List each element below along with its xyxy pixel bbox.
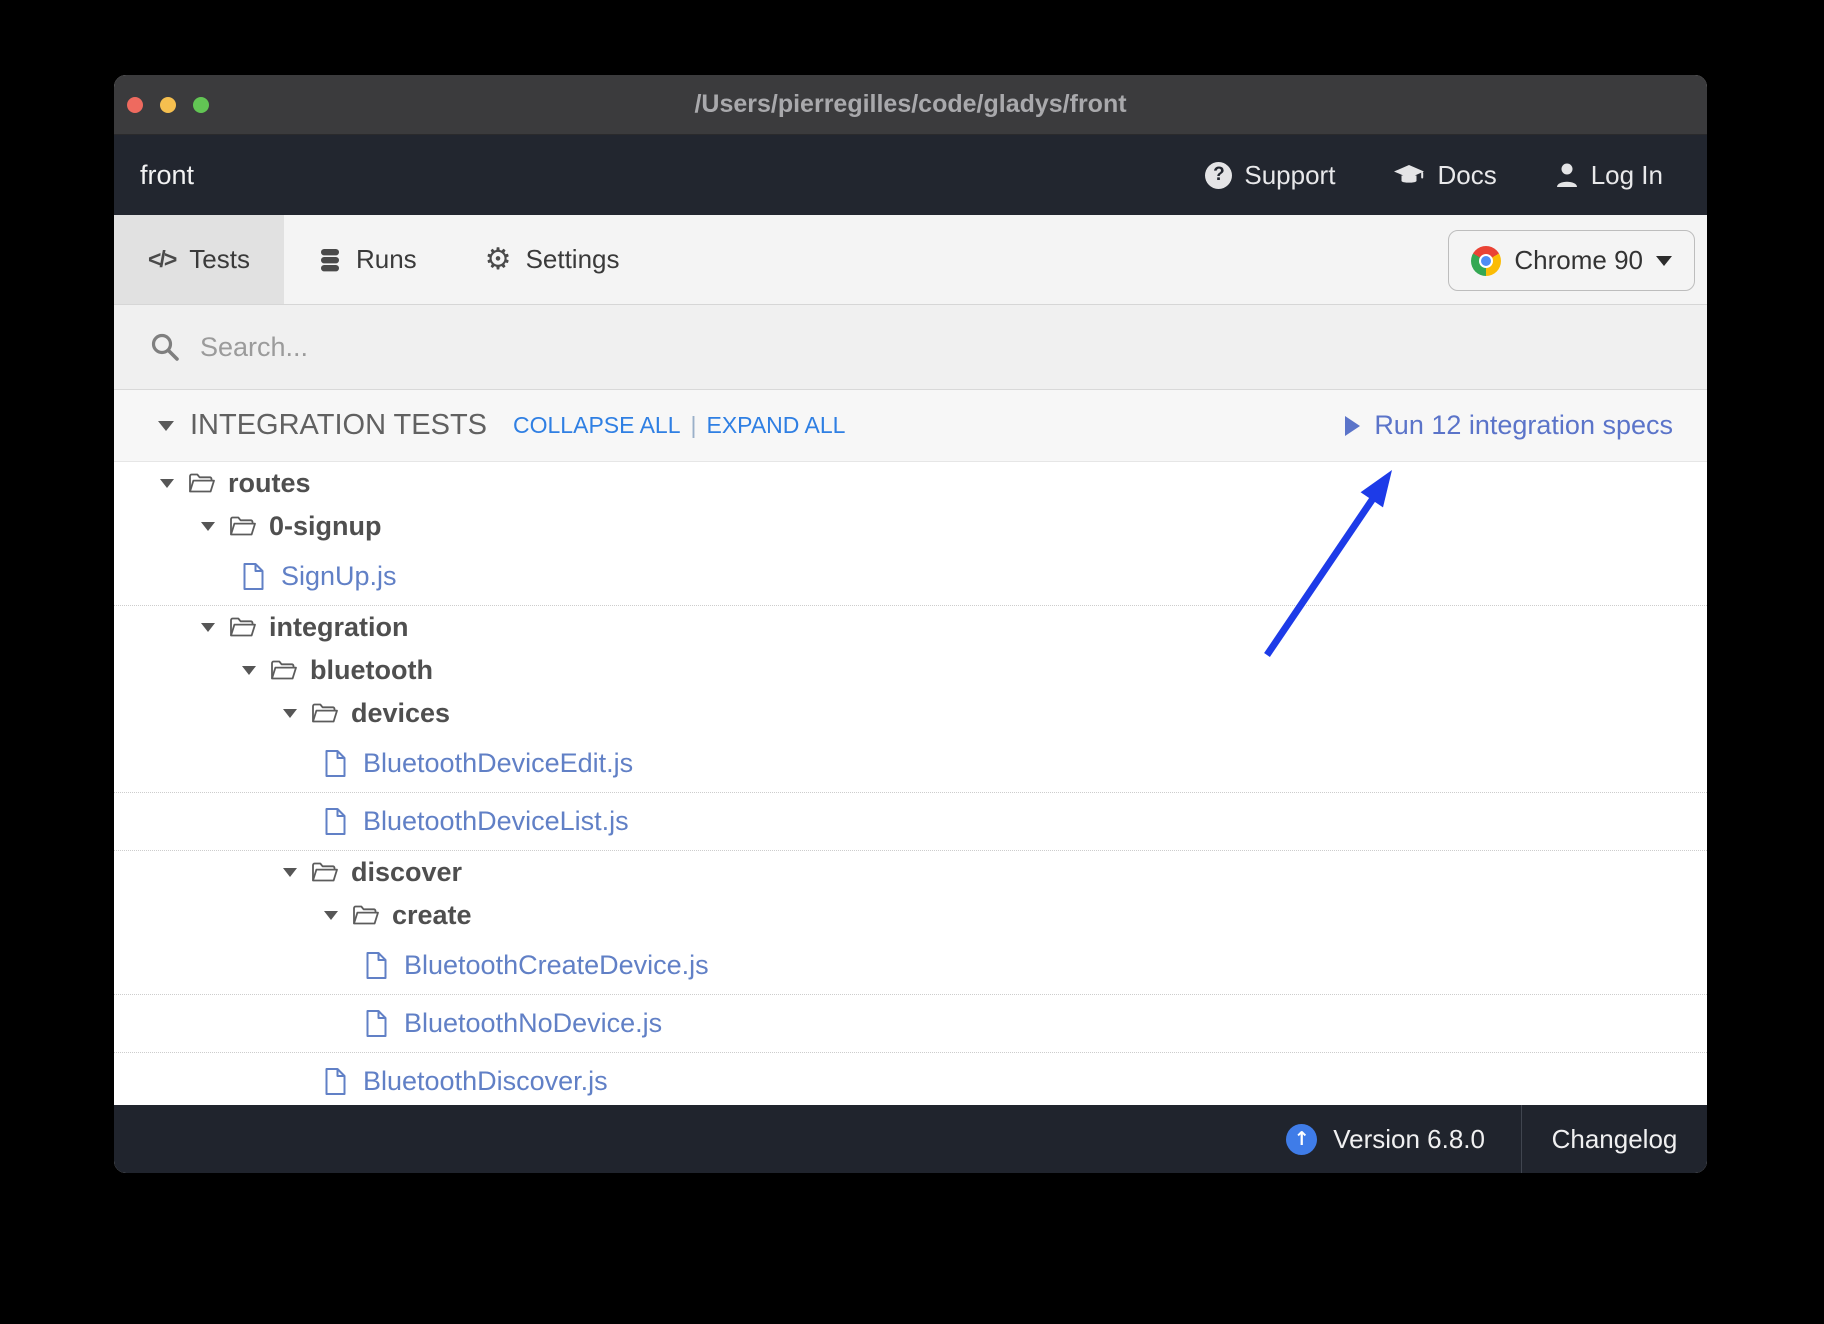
tab-runs-label: Runs: [356, 244, 417, 275]
user-icon: [1555, 162, 1579, 188]
tree-spec-BluetoothCreateDevice.js[interactable]: BluetoothCreateDevice.js: [114, 937, 1707, 995]
spec-section-title: INTEGRATION TESTS: [190, 409, 487, 442]
folder-name: 0-signup: [269, 511, 382, 542]
browser-selector-label: Chrome 90: [1514, 245, 1643, 276]
search-icon: [150, 332, 180, 362]
close-window-button[interactable]: [127, 97, 143, 113]
support-label: Support: [1244, 160, 1335, 191]
login-link[interactable]: Log In: [1555, 160, 1663, 191]
folder-name: discover: [351, 857, 462, 888]
chrome-icon: [1471, 246, 1501, 276]
tree-spec-BluetoothDiscover.js[interactable]: BluetoothDiscover.js: [114, 1053, 1707, 1105]
tab-runs[interactable]: Runs: [284, 215, 451, 304]
tree-spec-BluetoothDeviceList.js[interactable]: BluetoothDeviceList.js: [114, 793, 1707, 851]
folder-name: routes: [228, 468, 311, 499]
open-folder-icon: [352, 905, 379, 926]
version-button[interactable]: ↑ Version 6.8.0: [1286, 1124, 1485, 1155]
desktop-background: /Users/pierregilles/code/gladys/front fr…: [0, 0, 1824, 1324]
tree-spec-BluetoothNoDevice.js[interactable]: BluetoothNoDevice.js: [114, 995, 1707, 1053]
zoom-window-button[interactable]: [193, 97, 209, 113]
folder-caret-icon: [160, 479, 174, 488]
tree-folder-routes[interactable]: routes: [114, 462, 1707, 505]
spec-file-icon: [242, 562, 265, 591]
search-bar: [114, 305, 1707, 390]
app-footer: ↑ Version 6.8.0 Changelog: [114, 1105, 1707, 1173]
login-label: Log In: [1591, 160, 1663, 191]
folder-name: integration: [269, 612, 409, 643]
tab-tests[interactable]: </> Tests: [114, 215, 284, 304]
project-name: front: [140, 160, 194, 191]
spec-file-name: BluetoothNoDevice.js: [404, 1008, 662, 1039]
tab-tests-label: Tests: [189, 244, 250, 275]
window-title: /Users/pierregilles/code/gladys/front: [114, 90, 1707, 119]
question-circle-icon: ?: [1205, 162, 1232, 189]
graduation-cap-icon: [1393, 164, 1425, 186]
expand-all-link[interactable]: EXPAND ALL: [707, 412, 846, 439]
tree-folder-discover[interactable]: discover: [114, 851, 1707, 894]
version-label: Version 6.8.0: [1333, 1124, 1485, 1155]
support-link[interactable]: ? Support: [1205, 160, 1335, 191]
tree-folder-bluetooth[interactable]: bluetooth: [114, 649, 1707, 692]
search-input[interactable]: [200, 332, 1671, 363]
browser-selector[interactable]: Chrome 90: [1448, 230, 1695, 291]
open-folder-icon: [229, 516, 256, 537]
docs-label: Docs: [1437, 160, 1496, 191]
changelog-button[interactable]: Changelog: [1521, 1105, 1707, 1173]
tree-folder-0-signup[interactable]: 0-signup: [114, 505, 1707, 548]
folder-name: create: [392, 900, 472, 931]
open-folder-icon: [270, 660, 297, 681]
run-integration-specs-label: Run 12 integration specs: [1374, 410, 1673, 441]
tab-bar: </> Tests Runs ⚙ Settings Chro: [114, 215, 1707, 305]
open-folder-icon: [188, 473, 215, 494]
minimize-window-button[interactable]: [160, 97, 176, 113]
navbar-links: ? Support Docs: [1205, 160, 1663, 191]
tab-settings[interactable]: ⚙ Settings: [451, 215, 654, 304]
folder-caret-icon: [201, 623, 215, 632]
spec-file-icon: [365, 951, 388, 980]
open-folder-icon: [229, 617, 256, 638]
spec-file-icon: [324, 807, 347, 836]
open-folder-icon: [311, 703, 338, 724]
section-collapse-caret-icon[interactable]: [158, 421, 174, 431]
tree-folder-devices[interactable]: devices: [114, 692, 1707, 735]
folder-caret-icon: [283, 709, 297, 718]
run-integration-specs-button[interactable]: Run 12 integration specs: [1345, 410, 1673, 441]
code-icon: </>: [148, 246, 175, 273]
changelog-label: Changelog: [1552, 1124, 1678, 1155]
tab-settings-label: Settings: [526, 244, 620, 275]
folder-caret-icon: [201, 522, 215, 531]
link-separator: |: [691, 412, 697, 439]
collapse-all-link[interactable]: COLLAPSE ALL: [513, 412, 681, 439]
spec-tree: routes 0-signup SignUp.js integration: [114, 462, 1707, 1105]
app-window: /Users/pierregilles/code/gladys/front fr…: [114, 75, 1707, 1173]
spec-file-name: BluetoothDiscover.js: [363, 1066, 608, 1097]
app-navbar: front ? Support Docs: [114, 135, 1707, 215]
folder-caret-icon: [242, 666, 256, 675]
spec-file-name: BluetoothDeviceList.js: [363, 806, 629, 837]
database-icon: [318, 246, 342, 274]
spec-file-name: BluetoothCreateDevice.js: [404, 950, 709, 981]
play-icon: [1345, 416, 1360, 436]
spec-file-icon: [324, 1067, 347, 1096]
docs-link[interactable]: Docs: [1393, 160, 1496, 191]
open-folder-icon: [311, 862, 338, 883]
folder-caret-icon: [283, 868, 297, 877]
update-arrow-icon: ↑: [1286, 1124, 1317, 1155]
spec-file-icon: [365, 1009, 388, 1038]
tree-spec-SignUp.js[interactable]: SignUp.js: [114, 548, 1707, 606]
spec-file-name: SignUp.js: [281, 561, 397, 592]
tree-folder-create[interactable]: create: [114, 894, 1707, 937]
spec-section-header: INTEGRATION TESTS COLLAPSE ALL | EXPAND …: [114, 390, 1707, 462]
folder-name: bluetooth: [310, 655, 433, 686]
folder-name: devices: [351, 698, 450, 729]
traffic-lights: [127, 75, 209, 134]
spec-file-icon: [324, 749, 347, 778]
tree-spec-BluetoothDeviceEdit.js[interactable]: BluetoothDeviceEdit.js: [114, 735, 1707, 793]
gear-icon: ⚙: [485, 245, 512, 275]
folder-caret-icon: [324, 911, 338, 920]
tree-folder-integration[interactable]: integration: [114, 606, 1707, 649]
chevron-down-icon: [1656, 256, 1672, 266]
spec-file-name: BluetoothDeviceEdit.js: [363, 748, 633, 779]
titlebar: /Users/pierregilles/code/gladys/front: [114, 75, 1707, 135]
